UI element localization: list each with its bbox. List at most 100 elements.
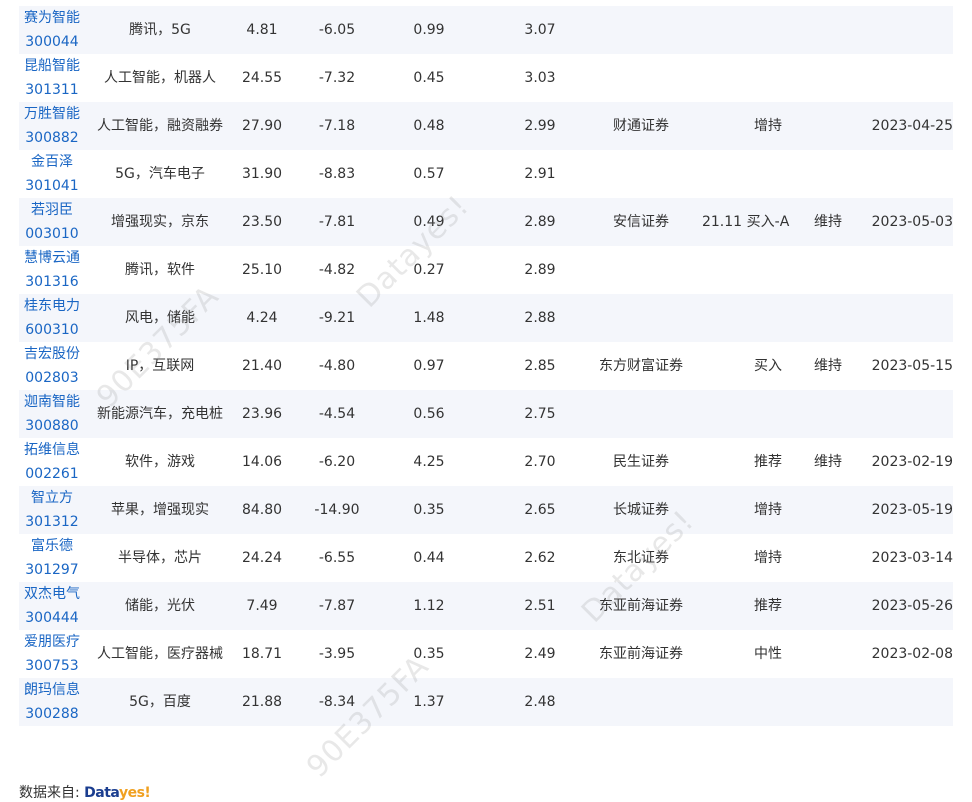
stock-name-link[interactable]: 金百泽	[19, 150, 85, 174]
table-row: 爱朋医疗 300753 人工智能，医疗器械 18.71 -3.95 0.35 2.49 东亚前…	[19, 630, 953, 678]
stock-name-cell: 迦南智能 300880	[19, 390, 85, 438]
stock-name-link[interactable]: 若羽臣	[19, 198, 85, 222]
concept-cell: 新能源汽车，充电桩	[97, 406, 223, 422]
turnover-cell: 0.44	[413, 550, 445, 566]
table-row: 金百泽 301041 5G，汽车电子 31.90 -8.83 0.57 2.91	[19, 150, 953, 198]
turnover-cell: 0.35	[413, 502, 445, 518]
date-cell	[857, 246, 953, 294]
change-pct-cell: -8.83	[318, 166, 356, 182]
target-price-cell	[701, 54, 743, 102]
price-cell: 7.49	[246, 598, 278, 614]
change-pct-cell: -6.05	[318, 22, 356, 38]
stock-name-link[interactable]: 朗玛信息	[19, 678, 85, 702]
price-cell: 27.90	[241, 118, 283, 134]
stock-name-cell: 赛为智能 300044	[19, 6, 85, 54]
stock-name-cell: 万胜智能 300882	[19, 102, 85, 150]
turnover-cell: 1.48	[413, 310, 445, 326]
stock-code-link[interactable]: 600310	[19, 318, 85, 342]
stock-name-link[interactable]: 拓维信息	[19, 438, 85, 462]
target-price-cell	[701, 630, 743, 678]
target-price-cell: 21.11	[701, 214, 743, 230]
table-row: 双杰电气 300444 储能，光伏 7.49 -7.87 1.12 2.51 东亚前海证券 推荐…	[19, 582, 953, 630]
stock-name-link[interactable]: 迦南智能	[19, 390, 85, 414]
turnover-cell: 0.99	[413, 22, 445, 38]
stock-name-cell: 若羽臣 003010	[19, 198, 85, 246]
concept-cell: 腾讯，5G	[129, 22, 191, 38]
stock-code-link[interactable]: 300880	[19, 414, 85, 438]
price-cell: 25.10	[241, 262, 283, 278]
stock-code-link[interactable]: 300288	[19, 702, 85, 726]
stock-name-link[interactable]: 爱朋医疗	[19, 630, 85, 654]
rating-change-cell	[809, 630, 847, 678]
stock-name-link[interactable]: 昆船智能	[19, 54, 85, 78]
table-row: 吉宏股份 002803 IP，互联网 21.40 -4.80 0.97 2.85 东方财富证券…	[19, 342, 953, 390]
broker-cell	[581, 678, 701, 726]
table-row: 迦南智能 300880 新能源汽车，充电桩 23.96 -4.54 0.56 2.75	[19, 390, 953, 438]
concept-cell: 5G，百度	[129, 694, 191, 710]
stock-name-cell: 吉宏股份 002803	[19, 342, 85, 390]
turnover-cell: 1.37	[413, 694, 445, 710]
concept-cell: 苹果，增强现实	[111, 502, 209, 518]
broker-cell: 安信证券	[613, 214, 669, 230]
stock-name-link[interactable]: 赛为智能	[19, 6, 85, 30]
stock-code-link[interactable]: 002261	[19, 462, 85, 486]
target-price-cell	[701, 102, 743, 150]
stock-name-link[interactable]: 双杰电气	[19, 582, 85, 606]
turnover-cell: 0.27	[413, 262, 445, 278]
change-pct-cell: -8.34	[318, 694, 356, 710]
broker-cell	[581, 390, 701, 438]
rating-change-cell	[809, 582, 847, 630]
price-cell: 24.55	[241, 70, 283, 86]
stock-code-link[interactable]: 003010	[19, 222, 85, 246]
stock-code-link[interactable]: 300044	[19, 30, 85, 54]
price-cell: 23.50	[241, 214, 283, 230]
rating-cell: 买入-A	[746, 214, 790, 230]
stock-code-link[interactable]: 301297	[19, 558, 85, 582]
rating-cell	[743, 246, 793, 294]
stock-name-link[interactable]: 智立方	[19, 486, 85, 510]
rating-change-cell: 维持	[814, 358, 842, 374]
turnover-cell: 0.45	[413, 70, 445, 86]
stock-code-link[interactable]: 300882	[19, 126, 85, 150]
broker-cell	[581, 150, 701, 198]
stock-table: 赛为智能 300044 腾讯，5G 4.81 -6.05 0.99 3.07 昆船智能 3013…	[19, 6, 953, 726]
concept-cell: 增强现实，京东	[111, 214, 209, 230]
stock-code-link[interactable]: 002803	[19, 366, 85, 390]
stock-code-link[interactable]: 301316	[19, 270, 85, 294]
stock-name-link[interactable]: 吉宏股份	[19, 342, 85, 366]
table-row: 桂东电力 600310 风电，储能 4.24 -9.21 1.48 2.88	[19, 294, 953, 342]
concept-cell: 半导体，芯片	[118, 550, 202, 566]
stock-name-link[interactable]: 富乐德	[19, 534, 85, 558]
price-cell: 21.40	[241, 358, 283, 374]
stock-name-link[interactable]: 万胜智能	[19, 102, 85, 126]
rating-change-cell	[809, 678, 847, 726]
table-row: 智立方 301312 苹果，增强现实 84.80 -14.90 0.35 2.65 长城证券增…	[19, 486, 953, 534]
target-price-cell	[701, 246, 743, 294]
rating-cell	[743, 150, 793, 198]
stock-name-link[interactable]: 桂东电力	[19, 294, 85, 318]
target-price-cell	[701, 150, 743, 198]
table-row: 朗玛信息 300288 5G，百度 21.88 -8.34 1.37 2.48	[19, 678, 953, 726]
stock-name-link[interactable]: 慧博云通	[19, 246, 85, 270]
stock-code-link[interactable]: 300444	[19, 606, 85, 630]
stock-code-link[interactable]: 300753	[19, 654, 85, 678]
target-price-cell	[701, 486, 743, 534]
turnover-cell: 0.97	[413, 358, 445, 374]
stock-code-link[interactable]: 301041	[19, 174, 85, 198]
change-pct-cell: -6.20	[318, 454, 356, 470]
table-row: 慧博云通 301316 腾讯，软件 25.10 -4.82 0.27 2.89	[19, 246, 953, 294]
price-cell: 84.80	[241, 502, 283, 518]
stock-code-link[interactable]: 301312	[19, 510, 85, 534]
stock-code-link[interactable]: 301311	[19, 78, 85, 102]
rating-cell: 中性	[754, 646, 782, 662]
target-price-cell	[701, 342, 743, 390]
stock-name-cell: 爱朋医疗 300753	[19, 630, 85, 678]
rating-cell: 增持	[754, 550, 782, 566]
stock-name-cell: 朗玛信息 300288	[19, 678, 85, 726]
target-price-cell	[701, 582, 743, 630]
turnover-cell: 0.49	[413, 214, 445, 230]
table-row: 富乐德 301297 半导体，芯片 24.24 -6.55 0.44 2.62 东北证券 增持 2…	[19, 534, 953, 582]
broker-cell: 财通证券	[613, 118, 669, 134]
rating-cell: 推荐	[754, 598, 782, 614]
source-label: 数据来自:	[19, 785, 80, 801]
